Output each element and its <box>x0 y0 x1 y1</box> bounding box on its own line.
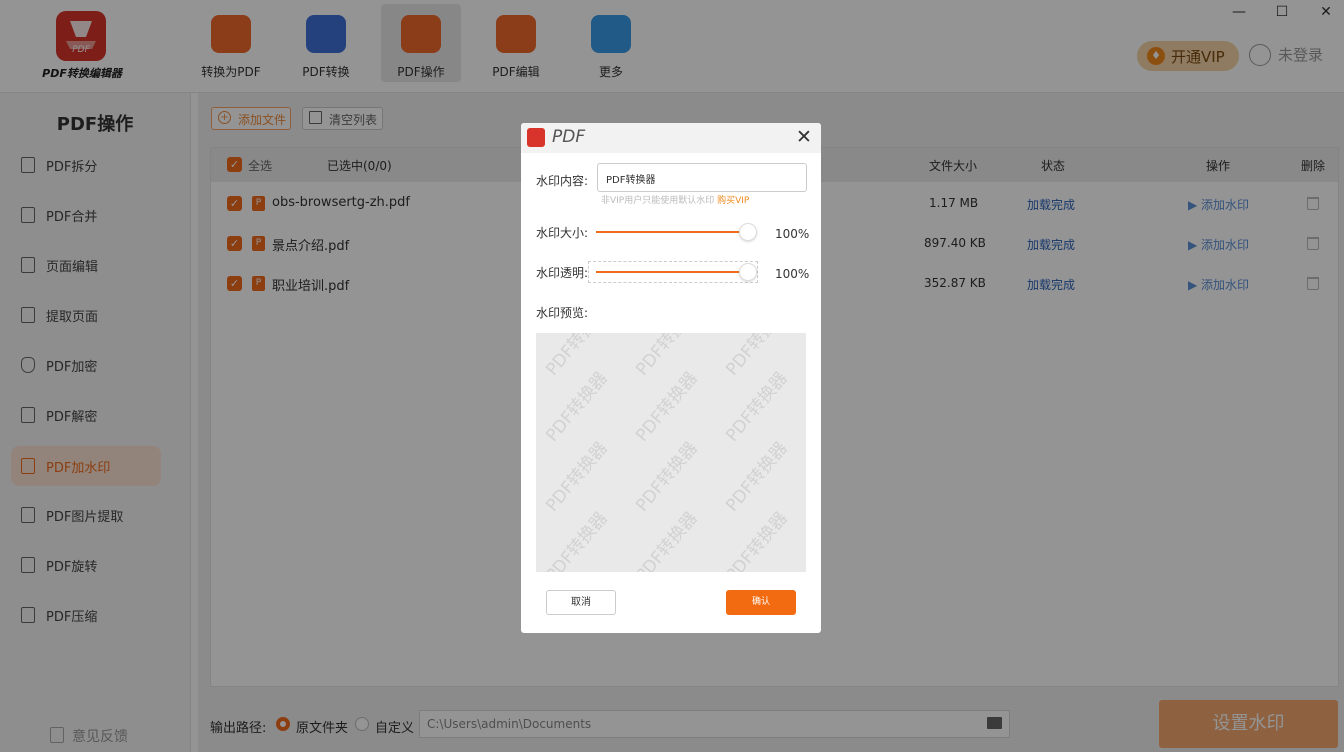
dialog-close-button[interactable]: ✕ <box>796 126 812 148</box>
watermark-preview: PDF转换器 PDF转换器 PDF转换器 PDF转换器 PDF转换器 PDF转换… <box>536 333 806 572</box>
opacity-slider-handle[interactable] <box>739 263 757 281</box>
preview-watermark-text: PDF转换器 <box>722 508 792 572</box>
size-slider-handle[interactable] <box>739 223 757 241</box>
size-value: 100% <box>775 227 810 241</box>
cancel-button[interactable]: 取消 <box>546 590 616 615</box>
preview-watermark-text: PDF转换器 <box>722 368 792 446</box>
watermark-content-label: 水印内容: <box>536 174 589 188</box>
vip-hint-text: 非VIP用户只能使用默认水印 <box>601 196 715 206</box>
watermark-preview-label: 水印预览: <box>536 306 589 320</box>
opacity-value: 100% <box>775 267 810 281</box>
buy-vip-link[interactable]: 购买VIP <box>717 196 749 206</box>
watermark-opacity-label: 水印透明: <box>536 266 589 280</box>
dialog-title: PDF <box>552 127 586 147</box>
preview-watermark-text: PDF转换器 <box>542 508 612 572</box>
vip-hint: 非VIP用户只能使用默认水印 购买VIP <box>601 193 749 206</box>
watermark-content-value: PDF转换器 <box>606 175 656 186</box>
size-slider-track[interactable] <box>596 231 746 233</box>
confirm-button[interactable]: 确认 <box>726 590 796 615</box>
watermark-size-label: 水印大小: <box>536 226 589 240</box>
preview-watermark-text: PDF转换器 <box>632 438 702 516</box>
opacity-slider-track[interactable] <box>596 271 746 273</box>
preview-watermark-text: PDF转换器 <box>542 368 612 446</box>
preview-watermark-text: PDF转换器 <box>632 508 702 572</box>
dialog-logo-icon <box>527 128 545 147</box>
preview-watermark-text: PDF转换器 <box>542 438 612 516</box>
preview-watermark-text: PDF转换器 <box>722 438 792 516</box>
preview-watermark-text: PDF转换器 <box>632 368 702 446</box>
